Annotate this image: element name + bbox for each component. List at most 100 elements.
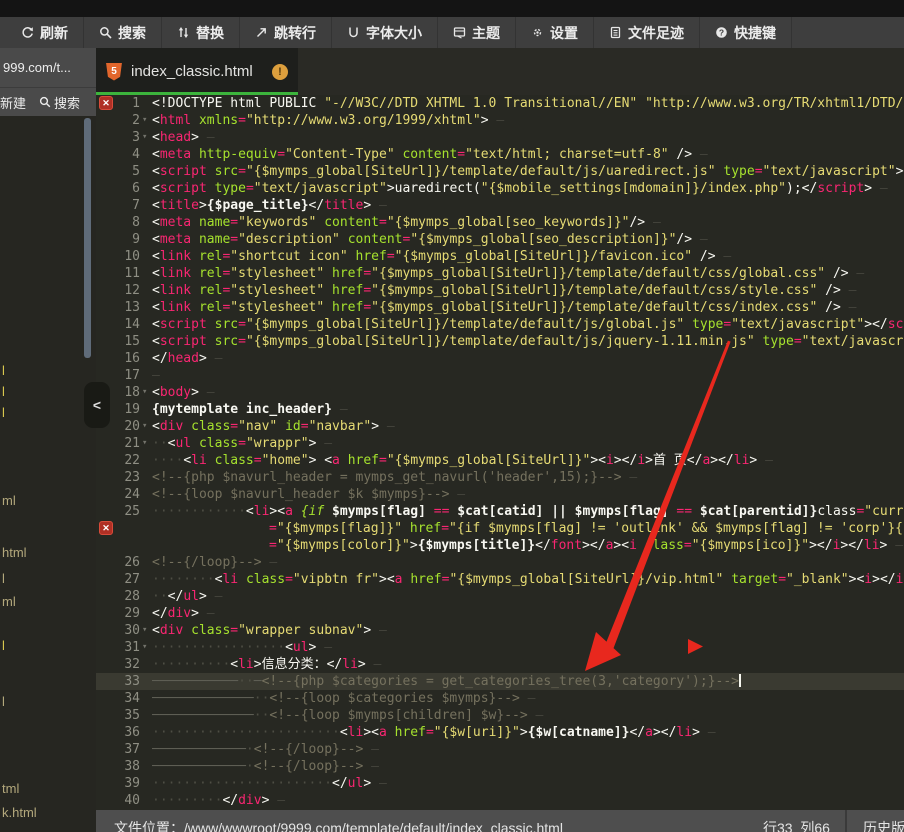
code-line-25[interactable]: 25············<li><a {if $mymps[flag] ==… [96, 503, 904, 520]
code-line-wrap[interactable]: ="{$mymps[color]}">{$mymps[title]}</font… [96, 537, 904, 554]
toolbar-button-replace[interactable]: 替换 [162, 17, 240, 48]
sidebar-file-item[interactable]: l [2, 694, 5, 709]
code-line-3[interactable]: 3▾<head> – [96, 129, 904, 146]
sidebar-file-item[interactable]: tml [2, 781, 19, 796]
code-line-15[interactable]: 15<script src="{$mymps_global[SiteUrl]}/… [96, 333, 904, 350]
toolbar-button-goto-line[interactable]: 跳转行 [240, 17, 332, 48]
sidebar-file-item[interactable]: l [2, 405, 5, 420]
fold-arrow-icon[interactable]: ▾ [140, 435, 152, 452]
tab-index-classic[interactable]: 5 index_classic.html ! [96, 48, 298, 95]
code-line-35[interactable]: 35─────────────··<!--{loop $mymps[childr… [96, 707, 904, 724]
line-number[interactable]: 35 [96, 707, 140, 724]
toolbar-button-file-trail[interactable]: 文件足迹 [594, 17, 700, 48]
code-line-28[interactable]: 28··</ul> – [96, 588, 904, 605]
sidebar-file-item[interactable]: k.html [2, 805, 37, 820]
line-number[interactable]: 30 [96, 622, 140, 639]
code-line-39[interactable]: 39·······················</ul> – [96, 775, 904, 792]
line-number[interactable]: 40 [96, 792, 140, 809]
new-file-button[interactable]: 新建 [0, 93, 26, 112]
line-number[interactable]: 24 [96, 486, 140, 503]
line-number[interactable]: 25 [96, 503, 140, 520]
fold-arrow-icon[interactable]: ▾ [140, 622, 152, 639]
code-line-17[interactable]: 17– [96, 367, 904, 384]
line-number[interactable]: 2 [96, 112, 140, 129]
line-number[interactable]: 5 [96, 163, 140, 180]
toolbar-button-shortcut[interactable]: ?快捷键 [700, 17, 792, 48]
line-number[interactable] [96, 537, 140, 554]
code-line-29[interactable]: 29</div> – [96, 605, 904, 622]
line-number[interactable]: 13 [96, 299, 140, 316]
line-number[interactable]: 6 [96, 180, 140, 197]
code-line-31[interactable]: 31▾·················<ul> – [96, 639, 904, 656]
line-number[interactable]: 39 [96, 775, 140, 792]
toolbar-button-settings[interactable]: 设置 [516, 17, 594, 48]
fold-arrow-icon[interactable]: ▾ [140, 129, 152, 146]
code-line-10[interactable]: 10<link rel="shortcut icon" href="{$mymp… [96, 248, 904, 265]
code-line-36[interactable]: 36························<li><a href="{… [96, 724, 904, 741]
line-number[interactable]: 21 [96, 435, 140, 452]
history-versions-button[interactable]: 历史版本 [863, 818, 904, 832]
code-line-22[interactable]: 22····<li class="home"> <a href="{$mymps… [96, 452, 904, 469]
line-number[interactable]: 34 [96, 690, 140, 707]
code-line-19[interactable]: 19{mytemplate inc_header} – [96, 401, 904, 418]
code-line-23[interactable]: 23<!--{php $navurl_header = mymps_get_na… [96, 469, 904, 486]
code-line-9[interactable]: 9<meta name="description" content="{$mym… [96, 231, 904, 248]
line-number[interactable]: 27 [96, 571, 140, 588]
code-line-16[interactable]: 16</head> – [96, 350, 904, 367]
line-number[interactable]: 26 [96, 554, 140, 571]
toolbar-button-refresh[interactable]: 刷新 [6, 17, 84, 48]
code-line-wrap[interactable]: ✕="{$mymps[flag]}" href="{if $mymps[flag… [96, 520, 904, 537]
code-line-13[interactable]: 13<link rel="stylesheet" href="{$mymps_g… [96, 299, 904, 316]
sidebar-file-item[interactable]: l [2, 638, 5, 653]
error-marker-icon[interactable]: ✕ [99, 521, 113, 535]
fold-arrow-icon[interactable]: ▾ [140, 639, 152, 656]
sidebar-file-item[interactable]: l [2, 571, 5, 586]
sidebar-file-item[interactable]: l [2, 384, 5, 399]
sidebar-collapse-handle[interactable]: < [84, 382, 110, 428]
code-line-33[interactable]: 33───────────··─<!--{php $categories = g… [96, 673, 904, 690]
line-number[interactable]: 9 [96, 231, 140, 248]
line-number[interactable]: 37 [96, 741, 140, 758]
code-line-34[interactable]: 34─────────────··<!--{loop $categories $… [96, 690, 904, 707]
line-number[interactable]: 8 [96, 214, 140, 231]
code-line-11[interactable]: 11<link rel="stylesheet" href="{$mymps_g… [96, 265, 904, 282]
sidebar-search-button[interactable]: 搜索 [39, 93, 80, 112]
code-line-4[interactable]: 4<meta http-equiv="Content-Type" content… [96, 146, 904, 163]
code-line-2[interactable]: 2▾<html xmlns="http://www.w3.org/1999/xh… [96, 112, 904, 129]
sidebar-file-item[interactable]: l [2, 363, 5, 378]
code-line-21[interactable]: 21▾··<ul class="wrappr"> – [96, 435, 904, 452]
code-line-18[interactable]: 18▾<body> – [96, 384, 904, 401]
toolbar-button-font-size[interactable]: 字体大小 [332, 17, 438, 48]
code-line-27[interactable]: 27········<li class="vipbtn fr"><a href=… [96, 571, 904, 588]
line-number[interactable]: 31 [96, 639, 140, 656]
toolbar-button-theme[interactable]: 主题 [438, 17, 516, 48]
code-line-8[interactable]: 8<meta name="keywords" content="{$mymps_… [96, 214, 904, 231]
code-editor[interactable]: ✕1<!DOCTYPE html PUBLIC "-//W3C//DTD XHT… [96, 95, 904, 810]
toolbar-button-search[interactable]: 搜索 [84, 17, 162, 48]
code-line-20[interactable]: 20▾<div class="nav" id="navbar"> – [96, 418, 904, 435]
line-number[interactable]: 22 [96, 452, 140, 469]
line-number[interactable]: 3 [96, 129, 140, 146]
line-number[interactable]: 32 [96, 656, 140, 673]
code-line-38[interactable]: 38────────────·<!--{/loop}--> – [96, 758, 904, 775]
line-number[interactable]: 11 [96, 265, 140, 282]
code-line-5[interactable]: 5<script src="{$mymps_global[SiteUrl]}/t… [96, 163, 904, 180]
fold-arrow-icon[interactable]: ▾ [140, 418, 152, 435]
line-number[interactable]: 33 [96, 673, 140, 690]
warning-badge-icon[interactable]: ! [272, 64, 288, 80]
code-line-24[interactable]: 24<!--{loop $navurl_header $k $mymps}-->… [96, 486, 904, 503]
code-line-14[interactable]: 14<script src="{$mymps_global[SiteUrl]}/… [96, 316, 904, 333]
code-line-37[interactable]: 37────────────·<!--{/loop}--> – [96, 741, 904, 758]
line-number[interactable]: 36 [96, 724, 140, 741]
sidebar-scrollbar[interactable] [84, 118, 91, 358]
line-number[interactable]: 16 [96, 350, 140, 367]
code-line-7[interactable]: 7<title>{$page_title}</title> – [96, 197, 904, 214]
code-line-12[interactable]: 12<link rel="stylesheet" href="{$mymps_g… [96, 282, 904, 299]
project-path-header[interactable]: 999.com/t... [0, 48, 96, 88]
code-line-26[interactable]: 26<!--{/loop}--> – [96, 554, 904, 571]
fold-arrow-icon[interactable]: ▾ [140, 384, 152, 401]
line-number[interactable]: 15 [96, 333, 140, 350]
line-number[interactable]: 12 [96, 282, 140, 299]
code-line-6[interactable]: 6<script type="text/javascript">uaredire… [96, 180, 904, 197]
sidebar-file-item[interactable]: ml [2, 493, 16, 508]
